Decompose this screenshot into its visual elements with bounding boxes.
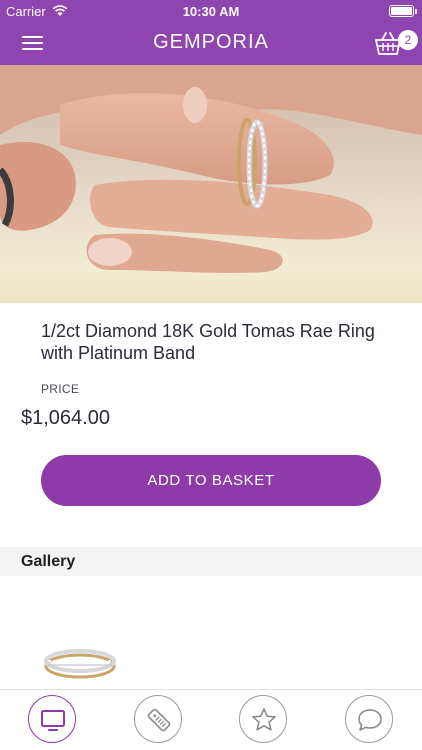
clock: 10:30 AM [182,4,240,19]
bottom-tab-bar [0,689,422,750]
status-bar: Carrier 10:30 AM [0,0,422,22]
tab-remote[interactable] [134,695,182,743]
chat-bubble-icon [358,709,382,731]
remote-control-icon [147,708,171,732]
price-label: PRICE [41,382,80,396]
tab-favourites[interactable] [239,695,287,743]
tab-chat[interactable] [345,695,393,743]
app-title: GEMPORIA [153,31,269,53]
product-hero-image [0,65,422,303]
nav-bar: GEMPORIA 2 [0,22,422,65]
gallery-thumbnail[interactable] [44,648,116,680]
tv-icon [41,710,65,731]
tab-tv[interactable] [28,695,76,743]
gallery-heading: Gallery [21,553,76,570]
gallery-section-header: Gallery [0,547,422,576]
product-price: $1,064.00 [21,407,110,429]
basket-count-badge: 2 [398,30,418,50]
battery-icon [389,5,414,17]
add-to-basket-button[interactable]: ADD TO BASKET [41,455,381,506]
star-icon [252,708,276,731]
product-title: 1/2ct Diamond 18K Gold Tomas Rae Ring wi… [41,321,375,363]
battery-tip [415,9,417,14]
